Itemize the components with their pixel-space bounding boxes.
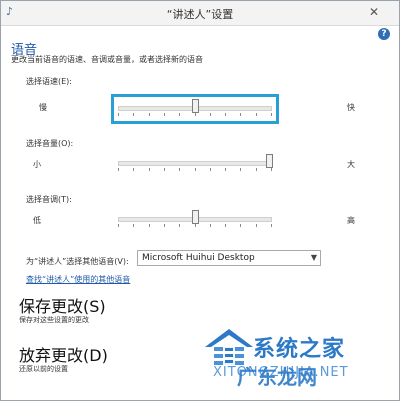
pitch-slider-tick <box>256 224 257 227</box>
pitch-slider-tick <box>164 224 165 227</box>
pitch-slider-tick <box>210 224 211 227</box>
volume-slider-tick <box>118 168 119 171</box>
volume-slider-tick <box>133 168 134 171</box>
pitch-slider-tick <box>133 224 134 227</box>
speed-max-label: 快 <box>347 103 355 112</box>
pitch-slider-tick <box>225 224 226 227</box>
speed-min-label: 慢 <box>39 103 47 112</box>
close-button[interactable]: ✕ <box>357 3 391 21</box>
pitch-slider[interactable] <box>118 208 272 234</box>
volume-slider-tick <box>164 168 165 171</box>
pitch-slider-tick <box>240 224 241 227</box>
speed-slider-focus-ring <box>111 94 279 124</box>
help-icon[interactable]: ? <box>378 28 390 40</box>
volume-slider-tick <box>240 168 241 171</box>
narrator-settings-window: ♪ “讲述人”设置 ✕ ? 语音 更改当前语音的语速、音调或音量，或者选择新的语… <box>0 0 400 401</box>
discard-changes-button[interactable]: 放弃更改(D) <box>19 342 108 366</box>
watermark-overlay-cn: 广东龙网 <box>237 365 317 389</box>
volume-slider-tick <box>210 168 211 171</box>
volume-slider-tick <box>149 168 150 171</box>
title-bar: ♪ “讲述人”设置 ✕ <box>1 1 399 26</box>
save-changes-description: 保存对这些设置的更改 <box>19 316 89 324</box>
pitch-slider-tick <box>118 224 119 227</box>
pitch-slider-tick <box>149 224 150 227</box>
volume-slider-ticks <box>118 168 272 172</box>
voice-select-dropdown[interactable]: Microsoft Huihui Desktop ▼ <box>137 250 321 266</box>
speed-label: 选择语速(E): <box>26 77 72 86</box>
find-voices-link[interactable]: 查找“讲述人”使用的其他语音 <box>26 274 130 285</box>
voice-select-label: 为“讲述人”选择其他语音(V): <box>26 257 129 266</box>
pitch-slider-tick <box>271 224 272 227</box>
volume-min-label: 小 <box>33 160 41 169</box>
pitch-slider-ticks <box>118 224 272 228</box>
watermark-brand-cn: 系统之家 <box>253 337 346 362</box>
pitch-max-label: 高 <box>347 216 355 225</box>
pitch-slider-thumb[interactable] <box>192 210 199 224</box>
volume-slider-tick <box>179 168 180 171</box>
volume-slider-thumb[interactable] <box>266 154 273 168</box>
volume-slider-tick <box>225 168 226 171</box>
save-changes-button[interactable]: 保存更改(S) <box>19 293 106 317</box>
volume-slider-tick <box>271 168 272 171</box>
pitch-slider-tick <box>195 224 196 227</box>
pitch-slider-tick <box>179 224 180 227</box>
watermark: 系统之家 XITONGZHIJIA.NET 广东龙网 <box>191 319 391 397</box>
voice-section-description: 更改当前语音的语速、音调或音量，或者选择新的语音 <box>11 55 203 64</box>
discard-changes-description: 还原以前的设置 <box>19 365 68 373</box>
volume-slider-tick <box>195 168 196 171</box>
volume-slider-tick <box>256 168 257 171</box>
volume-max-label: 大 <box>347 160 355 169</box>
volume-slider-track <box>118 161 272 166</box>
volume-slider[interactable] <box>118 152 273 178</box>
pitch-min-label: 低 <box>33 216 41 225</box>
volume-label: 选择音量(O): <box>26 139 74 148</box>
window-title: “讲述人”设置 <box>166 8 234 21</box>
voice-select-value: Microsoft Huihui Desktop <box>142 253 255 263</box>
pitch-label: 选择音调(T): <box>26 195 72 204</box>
chevron-down-icon: ▼ <box>310 253 317 262</box>
